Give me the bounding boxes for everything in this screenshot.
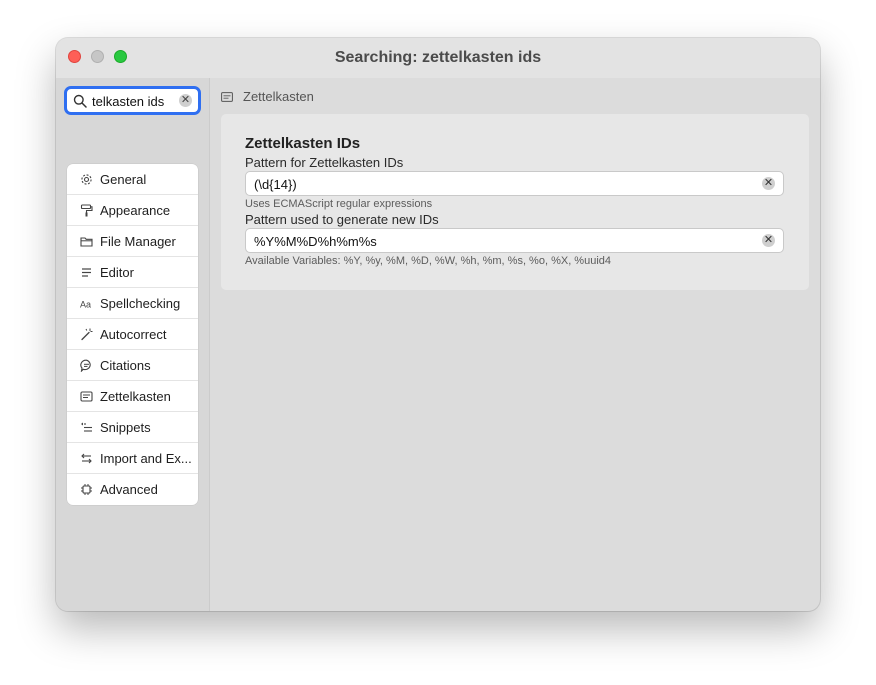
- note-card-icon: [80, 391, 93, 402]
- sidebar-item-label: Editor: [100, 265, 134, 280]
- sidebar-item-label: Autocorrect: [100, 327, 167, 342]
- sidebar: ✕ General Appearance: [56, 78, 210, 611]
- sidebar-item-advanced[interactable]: Advanced: [67, 474, 198, 505]
- quote-bubble-icon: [80, 359, 91, 372]
- sidebar-item-label: Advanced: [100, 482, 158, 497]
- pattern-field-label: Pattern for Zettelkasten IDs: [245, 155, 404, 170]
- id-pattern-field[interactable]: ✕: [245, 171, 784, 196]
- clear-generator-icon[interactable]: ✕: [762, 234, 775, 247]
- sidebar-item-label: Import and Ex...: [100, 451, 192, 466]
- text-aa-icon: Aa: [80, 300, 91, 310]
- settings-category-list: General Appearance File Manager Editor A…: [67, 164, 198, 505]
- sidebar-item-import-export[interactable]: Import and Ex...: [67, 443, 198, 474]
- id-pattern-input[interactable]: [254, 176, 754, 192]
- clear-pattern-icon[interactable]: ✕: [762, 177, 775, 190]
- search-icon: [73, 94, 87, 108]
- gear-icon: [81, 174, 92, 185]
- sidebar-item-zettelkasten[interactable]: Zettelkasten: [67, 381, 198, 412]
- sidebar-item-label: Spellchecking: [100, 296, 181, 311]
- pattern-hint: Uses ECMAScript regular expressions: [245, 198, 433, 210]
- snippet-list-icon: [81, 422, 92, 432]
- sidebar-item-label: Zettelkasten: [100, 389, 171, 404]
- id-generator-field[interactable]: ✕: [245, 228, 784, 253]
- sidebar-item-general[interactable]: General: [67, 164, 198, 195]
- sidebar-item-label: Snippets: [100, 420, 151, 435]
- chip-icon: [81, 484, 92, 495]
- magic-wand-icon: [81, 328, 93, 341]
- section-title: Zettelkasten IDs: [245, 135, 361, 152]
- generator-field-label: Pattern used to generate new IDs: [245, 212, 439, 227]
- generator-hint: Available Variables: %Y, %y, %M, %D, %W,…: [245, 255, 611, 267]
- sidebar-item-citations[interactable]: Citations: [67, 350, 198, 381]
- note-card-icon: [221, 92, 233, 102]
- sidebar-item-snippets[interactable]: Snippets: [67, 412, 198, 443]
- arrows-exchange-icon: [81, 453, 92, 464]
- settings-content: Zettelkasten Zettelkasten IDs Pattern fo…: [210, 78, 820, 611]
- sidebar-item-spellchecking[interactable]: Aa Spellchecking: [67, 288, 198, 319]
- id-generator-input[interactable]: [254, 233, 754, 249]
- title-bar[interactable]: Searching: zettelkasten ids: [56, 38, 820, 78]
- settings-window: Searching: zettelkasten ids ✕ General: [56, 38, 820, 611]
- window-title: Searching: zettelkasten ids: [334, 49, 542, 66]
- sidebar-item-label: Appearance: [100, 203, 171, 218]
- sidebar-item-file-manager[interactable]: File Manager: [67, 226, 198, 257]
- clear-search-icon[interactable]: ✕: [179, 94, 192, 107]
- sidebar-item-autocorrect[interactable]: Autocorrect: [67, 319, 198, 350]
- sidebar-item-editor[interactable]: Editor: [67, 257, 198, 288]
- sidebar-item-label: File Manager: [100, 234, 176, 249]
- sidebar-item-appearance[interactable]: Appearance: [67, 195, 198, 226]
- sidebar-item-label: General: [100, 172, 147, 187]
- zettelkasten-ids-section: Zettelkasten IDs Pattern for Zettelkaste…: [221, 114, 809, 290]
- search-input[interactable]: [92, 92, 180, 110]
- lines-icon: [82, 268, 91, 277]
- search-field[interactable]: ✕: [64, 86, 201, 115]
- sidebar-item-label: Citations: [100, 358, 151, 373]
- breadcrumb: Zettelkasten: [243, 89, 314, 104]
- paint-roller-icon: [80, 204, 93, 217]
- folder-icon: [80, 237, 93, 247]
- svg-text:Aa: Aa: [80, 300, 91, 310]
